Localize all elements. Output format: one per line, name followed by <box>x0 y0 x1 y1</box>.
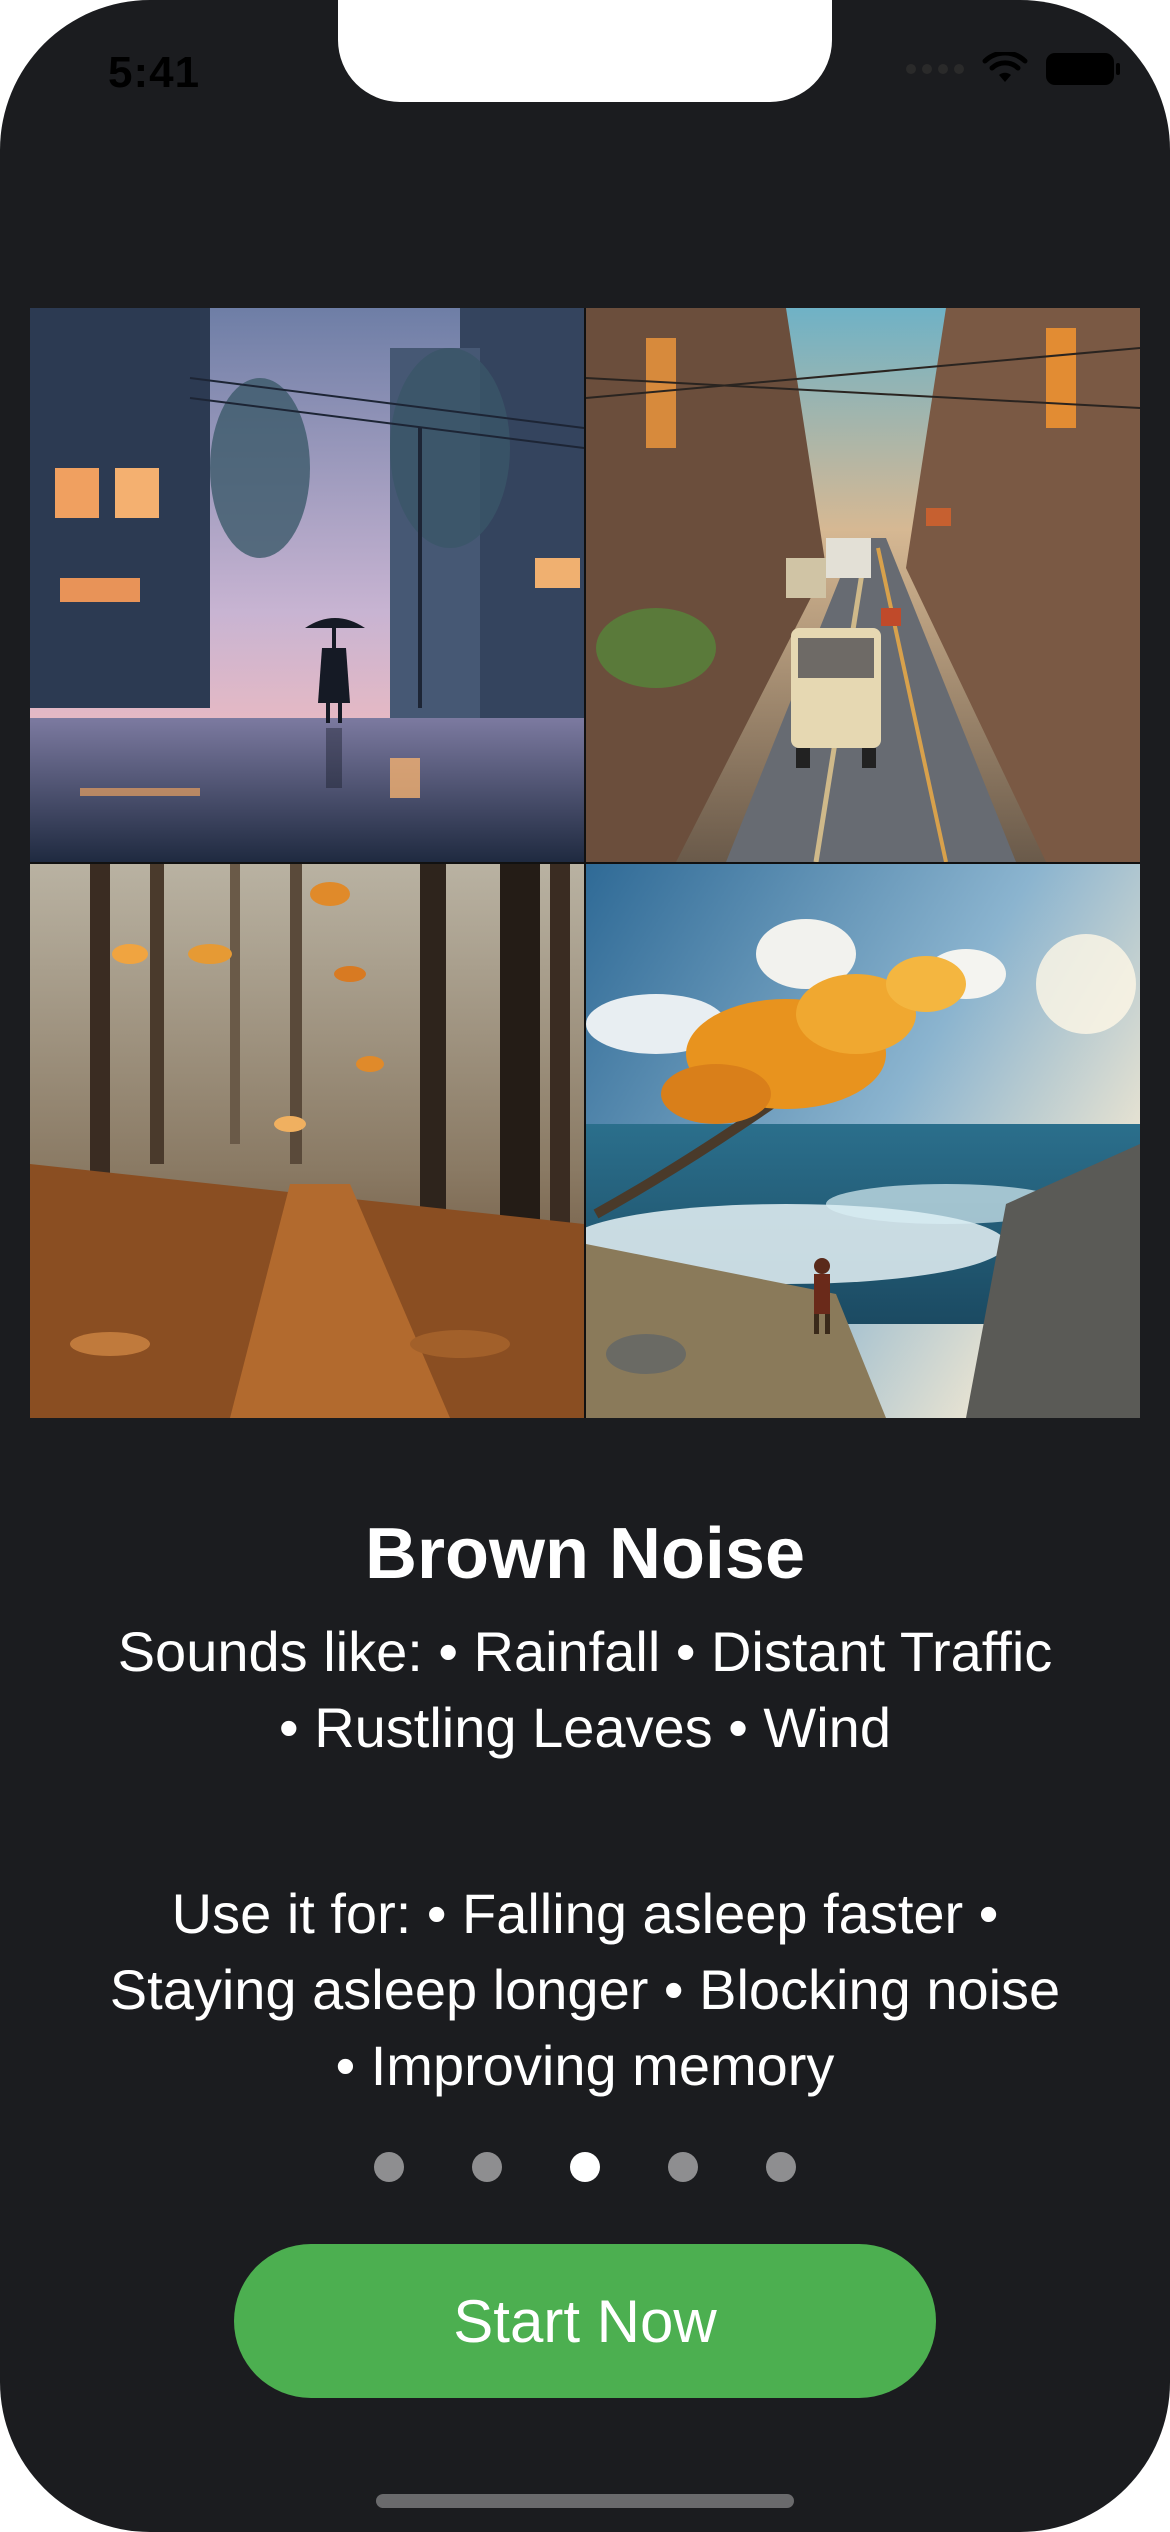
use-it-for-line: • Improving memory <box>335 2034 835 2097</box>
sounds-like-description: Sounds like: • Rainfall • Distant Traffi… <box>50 1614 1120 1766</box>
use-it-for-line: Use it for: • Falling asleep faster • <box>171 1882 999 1945</box>
wifi-icon <box>982 52 1028 82</box>
use-it-for-description: Use it for: • Falling asleep faster • St… <box>50 1876 1120 2104</box>
wind-image <box>586 864 1140 1418</box>
device-notch <box>338 0 832 102</box>
battery-icon <box>1046 53 1120 85</box>
noise-title: Brown Noise <box>364 1514 806 1594</box>
use-it-for-line: Staying asleep longer • Blocking noise <box>109 1958 1061 2021</box>
page-dot[interactable] <box>472 2152 502 2182</box>
page-dot[interactable] <box>374 2152 404 2182</box>
rustling-leaves-image <box>30 864 584 1418</box>
sounds-like-line: Sounds like: • Rainfall • Distant Traffi… <box>117 1620 1053 1683</box>
phone-screen: 5:41 Brown Noise Sounds like: • Rainfall… <box>0 0 1170 2532</box>
page-dot[interactable] <box>766 2152 796 2182</box>
rainfall-image <box>30 308 584 862</box>
status-icons <box>906 52 1120 86</box>
start-now-button[interactable]: Start Now <box>234 2244 936 2398</box>
page-dot-active[interactable] <box>570 2152 600 2182</box>
signal-icon <box>906 64 964 74</box>
image-grid <box>30 308 1140 1418</box>
page-indicator[interactable] <box>0 2152 1170 2182</box>
sounds-like-line: • Rustling Leaves • Wind <box>279 1696 891 1759</box>
page-dot[interactable] <box>668 2152 698 2182</box>
home-indicator[interactable] <box>376 2494 794 2508</box>
distant-traffic-image <box>586 308 1140 862</box>
status-time: 5:41 <box>108 48 201 97</box>
